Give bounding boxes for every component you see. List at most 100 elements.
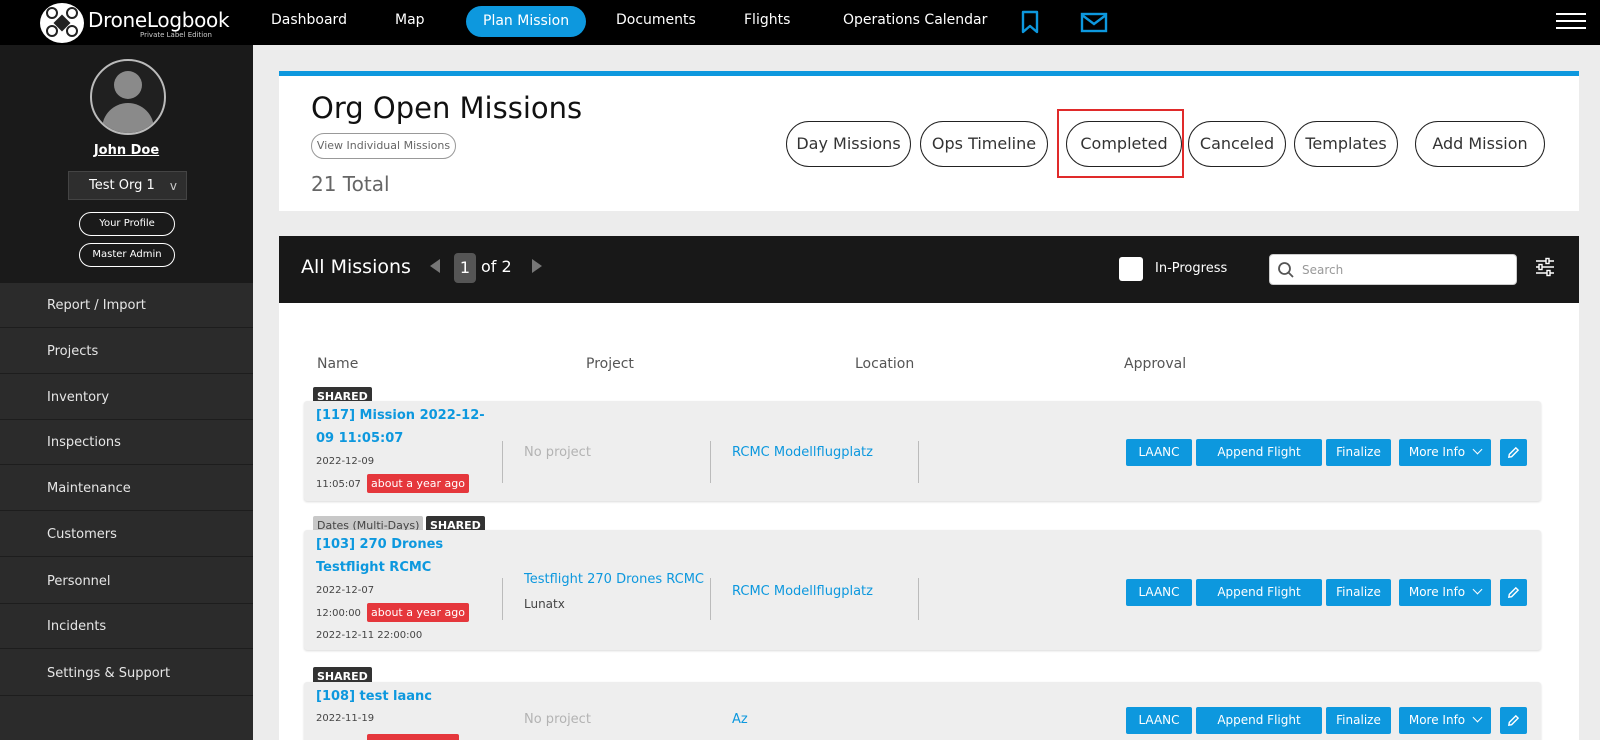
chevron-down-icon: v xyxy=(169,179,177,193)
more-info-button[interactable]: More Info xyxy=(1399,439,1491,466)
location-link[interactable]: Az xyxy=(732,712,748,727)
avatar[interactable] xyxy=(90,59,166,135)
more-info-label: More Info xyxy=(1408,585,1466,599)
brand-logo[interactable]: DroneLogbook Private Label Edition xyxy=(40,3,230,43)
sidebar-item-personnel[interactable]: Personnel xyxy=(0,559,253,604)
column-header-approval[interactable]: Approval xyxy=(1124,356,1186,372)
day-missions-button[interactable]: Day Missions xyxy=(786,121,911,167)
your-profile-button[interactable]: Your Profile xyxy=(79,212,175,236)
prev-page-icon[interactable] xyxy=(430,259,440,273)
laanc-button[interactable]: LAANC xyxy=(1126,707,1192,734)
pencil-icon xyxy=(1508,714,1520,726)
sidebar-item-maintenance[interactable]: Maintenance xyxy=(0,466,253,511)
laanc-button[interactable]: LAANC xyxy=(1126,439,1192,466)
more-info-label: More Info xyxy=(1408,713,1466,727)
relative-time-badge: about a year ago xyxy=(367,474,469,493)
sidebar-item-settings-support[interactable]: Settings & Support xyxy=(0,651,253,696)
header-card: Org Open Missions View Individual Missio… xyxy=(279,71,1579,211)
bookmark-icon[interactable] xyxy=(1017,9,1043,35)
ops-timeline-button[interactable]: Ops Timeline xyxy=(920,121,1048,167)
filter-sliders-icon[interactable] xyxy=(1534,256,1556,278)
project-customer: Lunatx xyxy=(524,597,565,611)
hamburger-menu-icon[interactable] xyxy=(1556,13,1586,33)
current-page[interactable]: 1 xyxy=(454,253,476,283)
org-selector[interactable]: Test Org 1 v xyxy=(68,171,187,200)
sidebar-item-incidents[interactable]: Incidents xyxy=(0,604,253,649)
laanc-button[interactable]: LAANC xyxy=(1126,579,1192,606)
location-link[interactable]: RCMC Modellflugplatz xyxy=(732,445,873,460)
more-info-label: More Info xyxy=(1408,445,1466,459)
profile-panel: John Doe Test Org 1 v Your Profile Maste… xyxy=(0,45,253,283)
master-admin-button[interactable]: Master Admin xyxy=(79,243,175,267)
view-individual-missions-button[interactable]: View Individual Missions xyxy=(311,133,456,159)
mission-date: 2022-12-07 xyxy=(316,585,375,596)
canceled-button[interactable]: Canceled xyxy=(1188,121,1286,167)
mission-name-link[interactable]: [108] test laanc xyxy=(316,685,496,708)
nav-plan-mission[interactable]: Plan Mission xyxy=(466,6,587,37)
missions-toolbar: All Missions 1 of 2 In-Progress xyxy=(279,236,1579,303)
mail-icon[interactable] xyxy=(1080,9,1108,35)
edit-button[interactable] xyxy=(1500,439,1527,466)
completed-highlight xyxy=(1057,109,1184,178)
relative-time-badge xyxy=(367,734,459,740)
chevron-down-icon xyxy=(1472,444,1483,455)
in-progress-checkbox[interactable] xyxy=(1119,257,1143,281)
brand-subtitle: Private Label Edition xyxy=(140,31,212,39)
nav-documents[interactable]: Documents xyxy=(616,12,696,28)
append-flight-button[interactable]: Append Flight xyxy=(1196,707,1322,734)
mission-date: 2022-11-19 xyxy=(316,713,375,724)
add-mission-button[interactable]: Add Mission xyxy=(1415,121,1545,167)
page-title: Org Open Missions xyxy=(311,91,583,125)
sidebar-item-report-import[interactable]: Report / Import xyxy=(0,283,253,328)
table-row[interactable]: [103] 270 Drones Testflight RCMC 2022-12… xyxy=(304,530,1541,650)
edit-button[interactable] xyxy=(1500,707,1527,734)
chevron-down-icon xyxy=(1472,584,1483,595)
missions-title: All Missions xyxy=(301,256,411,278)
sidebar-item-inspections[interactable]: Inspections xyxy=(0,420,253,465)
column-header-name[interactable]: Name xyxy=(317,356,358,372)
mission-name-link[interactable]: [117] Mission 2022-12-09 11:05:07 xyxy=(316,404,496,450)
finalize-button[interactable]: Finalize xyxy=(1326,579,1391,606)
org-selector-value: Test Org 1 xyxy=(89,178,155,193)
mission-time: 11:05:07 xyxy=(316,479,361,490)
relative-time-badge: about a year ago xyxy=(367,603,469,622)
project-value: No project xyxy=(524,445,591,460)
location-link[interactable]: RCMC Modellflugplatz xyxy=(732,584,873,599)
sidebar-item-projects[interactable]: Projects xyxy=(0,329,253,374)
nav-flights[interactable]: Flights xyxy=(744,12,790,28)
nav-dashboard[interactable]: Dashboard xyxy=(271,12,347,28)
sidebar-item-inventory[interactable]: Inventory xyxy=(0,375,253,420)
finalize-button[interactable]: Finalize xyxy=(1326,439,1391,466)
next-page-icon[interactable] xyxy=(532,259,542,273)
mission-time: 12:00:00 xyxy=(316,608,361,619)
pencil-icon xyxy=(1508,586,1520,598)
more-info-button[interactable]: More Info xyxy=(1399,579,1491,606)
templates-button[interactable]: Templates xyxy=(1294,121,1398,167)
column-header-project[interactable]: Project xyxy=(586,356,634,372)
finalize-button[interactable]: Finalize xyxy=(1326,707,1391,734)
edit-button[interactable] xyxy=(1500,579,1527,606)
drone-logo-icon xyxy=(40,3,84,43)
table-row[interactable]: [117] Mission 2022-12-09 11:05:07 2022-1… xyxy=(304,401,1541,501)
append-flight-button[interactable]: Append Flight xyxy=(1196,579,1322,606)
search-box[interactable] xyxy=(1269,254,1517,285)
nav-operations-calendar[interactable]: Operations Calendar xyxy=(843,12,987,28)
search-input[interactable] xyxy=(1302,259,1507,281)
search-icon xyxy=(1278,262,1294,278)
top-nav: DroneLogbook Private Label Edition Dashb… xyxy=(0,0,1600,45)
user-name[interactable]: John Doe xyxy=(0,143,253,158)
brand-name: DroneLogbook xyxy=(88,8,230,32)
nav-map[interactable]: Map xyxy=(395,12,425,28)
missions-panel: All Missions 1 of 2 In-Progress Name Pro… xyxy=(279,236,1579,740)
append-flight-button[interactable]: Append Flight xyxy=(1196,439,1322,466)
sidebar: John Doe Test Org 1 v Your Profile Maste… xyxy=(0,45,253,740)
chevron-down-icon xyxy=(1472,712,1483,723)
mission-name-link[interactable]: [103] 270 Drones Testflight RCMC xyxy=(316,533,496,579)
sidebar-item-customers[interactable]: Customers xyxy=(0,512,253,557)
column-header-location[interactable]: Location xyxy=(855,356,914,372)
mission-end-datetime: 2022-12-11 22:00:00 xyxy=(316,630,423,641)
more-info-button[interactable]: More Info xyxy=(1399,707,1491,734)
in-progress-label: In-Progress xyxy=(1155,261,1228,276)
table-row[interactable]: [108] test laanc 2022-11-19 No project A… xyxy=(304,682,1541,740)
project-link[interactable]: Testflight 270 Drones RCMC xyxy=(524,572,704,587)
